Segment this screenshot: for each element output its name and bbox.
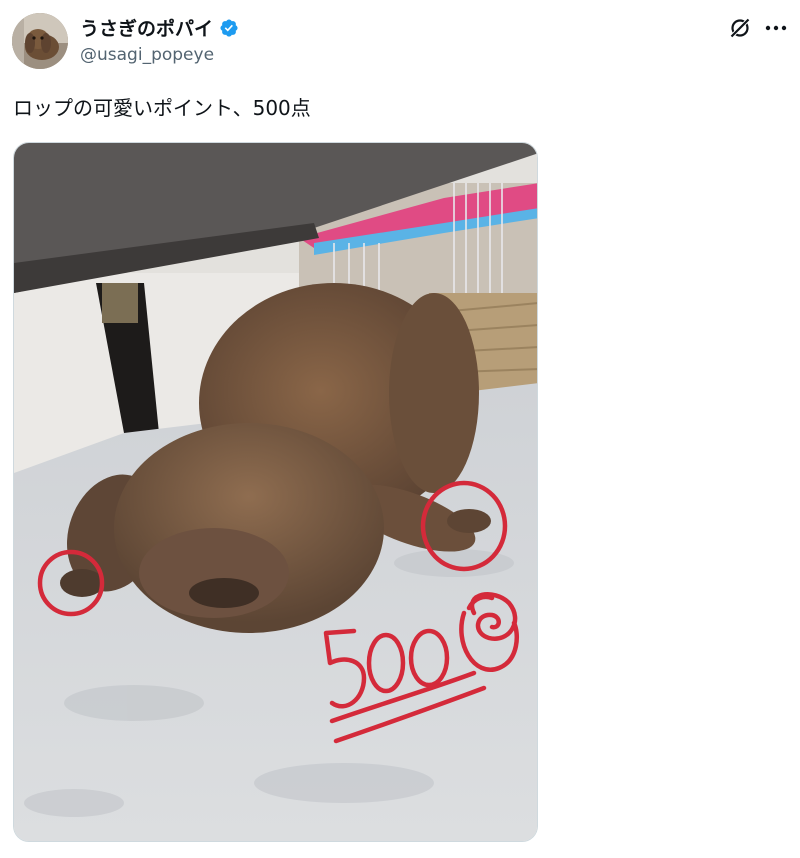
author-name-row: うさぎのポパイ	[80, 14, 239, 41]
tweet-media-photo[interactable]	[13, 142, 538, 842]
tweet-text: ロップの可愛いポイント、500点	[13, 96, 311, 120]
more-dots-icon[interactable]	[763, 18, 789, 38]
author-avatar[interactable]	[12, 13, 68, 69]
rabbit-photo	[14, 143, 537, 841]
rabbit-avatar-image	[12, 13, 68, 69]
author-display-name[interactable]: うさぎのポパイ	[80, 14, 213, 41]
verified-badge-icon	[220, 18, 238, 37]
author-handle[interactable]: @usagi_popeye	[80, 45, 214, 65]
grok-icon[interactable]	[728, 16, 752, 40]
